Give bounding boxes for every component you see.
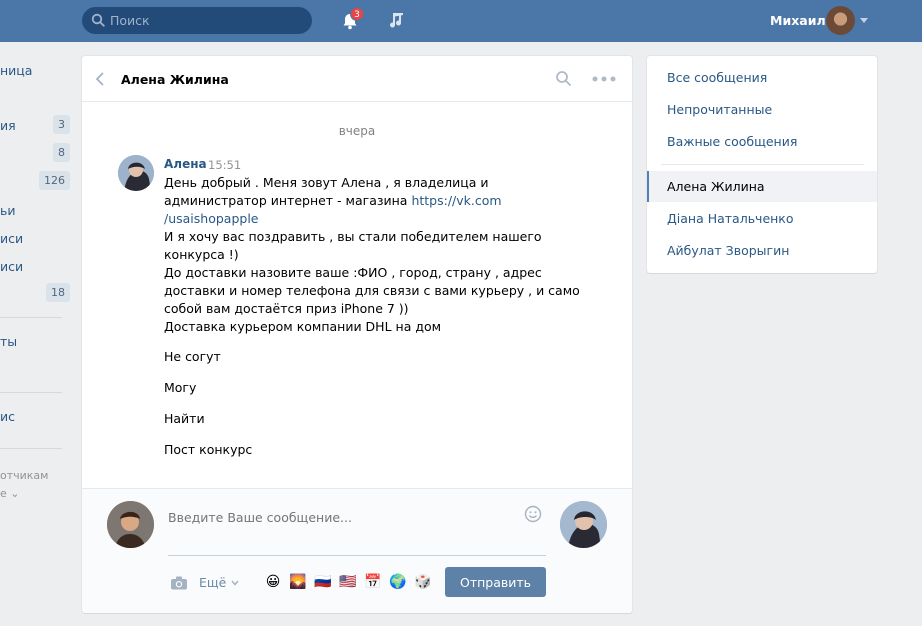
- message-line: И я хочу вас поздравить , вы стали побед…: [164, 229, 542, 244]
- message-line: конкурса !): [164, 247, 239, 262]
- messages-menu: Все сообщения Непрочитанные Важные сообщ…: [647, 56, 877, 273]
- notification-badge: 3: [350, 7, 364, 21]
- sidebar-footer-label: е: [0, 487, 7, 500]
- search-placeholder: Поиск: [110, 13, 150, 28]
- sidebar-item[interactable]: ьи: [0, 203, 16, 218]
- divider: [661, 164, 864, 165]
- avatar-image: [107, 501, 154, 548]
- avatar[interactable]: [826, 6, 855, 35]
- message-followup: Найти: [164, 411, 205, 426]
- smile-icon[interactable]: [524, 505, 542, 523]
- search-box[interactable]: Поиск: [82, 7, 312, 34]
- message-author[interactable]: Алена: [164, 157, 207, 171]
- message-text: День добрый . Меня зовут Алена , я владе…: [164, 174, 580, 336]
- menu-item-important[interactable]: Важные сообщения: [667, 134, 797, 149]
- emoji-shortcut[interactable]: 📅: [364, 573, 382, 591]
- message-link[interactable]: /usaishopapple: [164, 210, 564, 228]
- message-line: администратор интернет - магазина: [164, 193, 412, 208]
- more-icon[interactable]: [592, 76, 616, 82]
- divider: [0, 317, 62, 318]
- chat-panel: Алена Жилина вчера Алена 15:51 День добр…: [82, 56, 632, 613]
- menu-item-unread[interactable]: Непрочитанные: [667, 102, 772, 117]
- sidebar-footer-more[interactable]: е ⌄: [0, 487, 20, 500]
- user-name[interactable]: Михаил: [770, 13, 826, 28]
- emoji-shortcut[interactable]: 🌍: [389, 573, 407, 591]
- message-line: До доставки назовите ваше :ФИО , город, …: [164, 265, 542, 280]
- chevron-down-icon[interactable]: [231, 580, 239, 586]
- message-link[interactable]: https://vk.com: [411, 193, 501, 208]
- message-line: Доставка курьером компании DHL на дом: [164, 319, 442, 334]
- divider: [0, 392, 62, 393]
- day-divider: вчера: [338, 124, 376, 138]
- emoji-shortcut[interactable]: 😀: [264, 573, 282, 591]
- divider: [0, 448, 62, 449]
- avatar-image: [560, 501, 607, 548]
- sidebar-footer-link[interactable]: отчикам: [0, 469, 48, 482]
- emoji-shortcut[interactable]: 🌄: [289, 573, 307, 591]
- search-icon[interactable]: [555, 70, 572, 87]
- sidebar-counter: 8: [53, 143, 70, 162]
- message-input[interactable]: [168, 508, 518, 526]
- avatar[interactable]: [560, 501, 607, 548]
- message-line: собой вам достаётся приз iPhone 7 )): [164, 301, 409, 316]
- chat-header: Алена Жилина: [82, 56, 632, 102]
- more-attachments-button[interactable]: Ещё: [199, 575, 226, 590]
- dialog-item[interactable]: Діана Натальченко: [667, 211, 794, 226]
- music-icon[interactable]: [386, 10, 406, 30]
- emoji-shortcut[interactable]: 🎲: [414, 573, 432, 591]
- sidebar-item[interactable]: иси: [0, 231, 23, 246]
- sidebar-counter: 126: [39, 171, 70, 190]
- message-followup: Могу: [164, 380, 197, 395]
- menu-item-all[interactable]: Все сообщения: [667, 70, 767, 85]
- sidebar-counter: 3: [53, 115, 70, 134]
- avatar[interactable]: [107, 501, 154, 548]
- back-icon[interactable]: [94, 71, 108, 87]
- top-bar: Поиск 3 Михаил: [0, 0, 922, 42]
- message-line: доставки и номер телефона для связи с ва…: [164, 283, 580, 298]
- search-icon: [91, 13, 105, 27]
- camera-icon[interactable]: [170, 576, 188, 590]
- sidebar-item[interactable]: иси: [0, 259, 23, 274]
- sidebar-item[interactable]: ис: [0, 409, 15, 424]
- sidebar-item[interactable]: ница: [0, 63, 32, 78]
- avatar[interactable]: [118, 155, 154, 191]
- emoji-shortcut[interactable]: 🇺🇸: [339, 573, 357, 591]
- sidebar-item[interactable]: ия: [0, 118, 16, 133]
- message-line: День добрый . Меня зовут Алена , я владе…: [164, 175, 489, 190]
- message-line-with-link: администратор интернет - магазина https:…: [164, 192, 564, 210]
- input-underline: [168, 555, 546, 556]
- message-time: 15:51: [208, 158, 242, 172]
- avatar-image: [118, 155, 154, 191]
- message-followup: Не согут: [164, 349, 221, 364]
- emoji-shortcut[interactable]: 🇷🇺: [314, 573, 332, 591]
- send-button[interactable]: Отправить: [445, 567, 546, 597]
- dialog-item-active[interactable]: Алена Жилина: [667, 179, 765, 194]
- message-composer: Ещё 😀 🌄 🇷🇺 🇺🇸 📅 🌍 🎲 Отправить: [82, 488, 632, 613]
- sidebar-item[interactable]: ты: [0, 334, 17, 349]
- sidebar-counter: 18: [46, 283, 70, 302]
- message-followup: Пост конкурс: [164, 442, 253, 457]
- chat-title[interactable]: Алена Жилина: [121, 72, 229, 87]
- chevron-down-icon[interactable]: [860, 18, 868, 23]
- dialog-item[interactable]: Айбулат Зворыгин: [667, 243, 789, 258]
